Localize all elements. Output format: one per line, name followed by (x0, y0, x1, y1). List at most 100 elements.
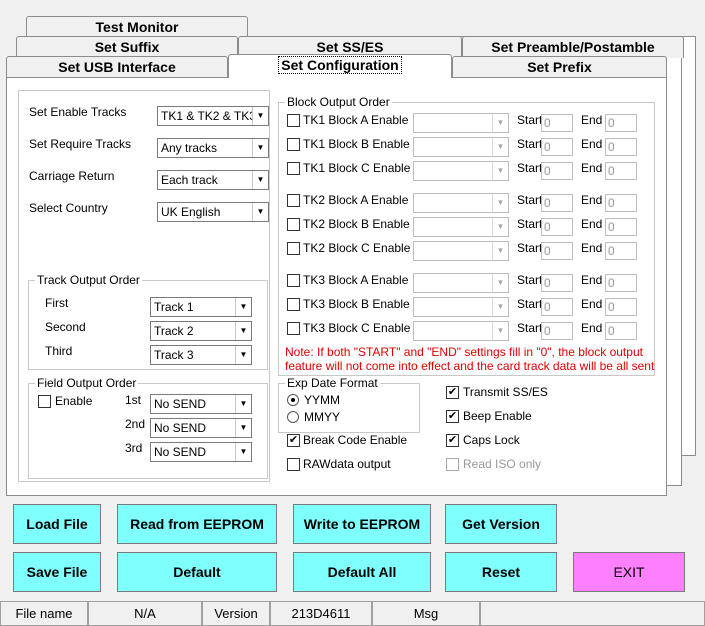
block-start-input[interactable]: 0 (541, 114, 573, 132)
field-enable-label: Enable (55, 394, 93, 408)
field-2nd-select[interactable]: No SEND ▼ (150, 418, 252, 438)
chevron-down-icon[interactable]: ▼ (252, 171, 268, 189)
block-end-input[interactable]: 0 (605, 162, 637, 180)
exit-button[interactable]: EXIT (573, 552, 685, 592)
block-enable-checkbox[interactable] (287, 218, 300, 231)
block-enable-checkbox[interactable] (287, 194, 300, 207)
block-enable-checkbox[interactable] (287, 114, 300, 127)
chevron-down-icon[interactable]: ▼ (235, 298, 251, 316)
tab-set-prefix[interactable]: Set Prefix (452, 56, 667, 78)
read-iso-checkbox[interactable] (446, 458, 459, 471)
chevron-down-icon[interactable]: ▼ (492, 138, 508, 156)
block-enable-checkbox[interactable] (287, 322, 300, 335)
block-start-label: Start (517, 241, 543, 255)
tab-set-preamble-postamble[interactable]: Set Preamble/Postamble (462, 36, 684, 58)
track-first-select[interactable]: Track 1 ▼ (150, 297, 252, 317)
block-start-input[interactable]: 0 (541, 242, 573, 260)
reset-button[interactable]: Reset (445, 552, 557, 592)
tab-test-monitor[interactable]: Test Monitor (26, 16, 248, 38)
chevron-down-icon[interactable]: ▼ (492, 194, 508, 212)
transmit-ss-es-label: Transmit SS/ES (463, 385, 548, 399)
chevron-down-icon[interactable]: ▼ (492, 218, 508, 236)
block-start-input[interactable]: 0 (541, 298, 573, 316)
block-enable-checkbox[interactable] (287, 138, 300, 151)
block-order-select[interactable]: ▼ (413, 113, 509, 133)
block-start-input[interactable]: 0 (541, 322, 573, 340)
block-enable-checkbox[interactable] (287, 242, 300, 255)
chevron-down-icon[interactable]: ▼ (252, 107, 268, 125)
default-all-button[interactable]: Default All (293, 552, 431, 592)
default-button[interactable]: Default (117, 552, 277, 592)
require-tracks-select[interactable]: Any tracks ▼ (157, 138, 269, 158)
read-eeprom-button[interactable]: Read from EEPROM (117, 504, 277, 544)
block-start-input[interactable]: 0 (541, 162, 573, 180)
block-order-select[interactable]: ▼ (413, 241, 509, 261)
block-end-input[interactable]: 0 (605, 242, 637, 260)
field-1st-value: No SEND (154, 397, 207, 411)
load-file-button[interactable]: Load File (13, 504, 101, 544)
field-3rd-select[interactable]: No SEND ▼ (150, 442, 252, 462)
transmit-ss-es-checkbox[interactable]: ✔ (446, 386, 459, 399)
exp-mmyy-radio[interactable] (287, 411, 299, 423)
save-file-button[interactable]: Save File (13, 552, 101, 592)
select-country-select[interactable]: UK English ▼ (157, 202, 269, 222)
chevron-down-icon[interactable]: ▼ (492, 274, 508, 292)
field-enable-checkbox[interactable] (38, 395, 51, 408)
chevron-down-icon[interactable]: ▼ (492, 242, 508, 260)
block-end-label: End (581, 193, 603, 207)
block-start-input[interactable]: 0 (541, 194, 573, 212)
block-order-select[interactable]: ▼ (413, 137, 509, 157)
field-1st-select[interactable]: No SEND ▼ (150, 394, 252, 414)
break-code-checkbox[interactable]: ✔ (287, 434, 300, 447)
caps-lock-checkbox[interactable]: ✔ (446, 434, 459, 447)
block-order-select[interactable]: ▼ (413, 193, 509, 213)
block-start-label: Start (517, 217, 543, 231)
block-order-select[interactable]: ▼ (413, 217, 509, 237)
block-start-input[interactable]: 0 (541, 138, 573, 156)
chevron-down-icon[interactable]: ▼ (492, 322, 508, 340)
block-end-input[interactable]: 0 (605, 274, 637, 292)
block-enable-checkbox[interactable] (287, 274, 300, 287)
block-end-input[interactable]: 0 (605, 322, 637, 340)
chevron-down-icon[interactable]: ▼ (492, 162, 508, 180)
chevron-down-icon[interactable]: ▼ (235, 419, 251, 437)
chevron-down-icon[interactable]: ▼ (492, 298, 508, 316)
select-country-label: Select Country (29, 201, 108, 215)
chevron-down-icon[interactable]: ▼ (252, 139, 268, 157)
block-end-input[interactable]: 0 (605, 194, 637, 212)
chevron-down-icon[interactable]: ▼ (235, 443, 251, 461)
get-version-button[interactable]: Get Version (445, 504, 557, 544)
block-enable-label: TK3 Block B Enable (303, 297, 410, 311)
block-enable-checkbox[interactable] (287, 298, 300, 311)
tab-set-suffix[interactable]: Set Suffix (16, 36, 238, 58)
enable-tracks-select[interactable]: TK1 & TK2 & TK3 ▼ (157, 106, 269, 126)
chevron-down-icon[interactable]: ▼ (235, 322, 251, 340)
block-end-input[interactable]: 0 (605, 114, 637, 132)
track-second-select[interactable]: Track 2 ▼ (150, 321, 252, 341)
block-enable-checkbox[interactable] (287, 162, 300, 175)
chevron-down-icon[interactable]: ▼ (235, 346, 251, 364)
block-order-select[interactable]: ▼ (413, 321, 509, 341)
chevron-down-icon[interactable]: ▼ (235, 395, 251, 413)
rawdata-checkbox[interactable] (287, 458, 300, 471)
block-start-input[interactable]: 0 (541, 218, 573, 236)
write-eeprom-button[interactable]: Write to EEPROM (293, 504, 431, 544)
exp-yymm-radio[interactable] (287, 394, 299, 406)
block-end-input[interactable]: 0 (605, 218, 637, 236)
tab-set-configuration[interactable]: Set Configuration (228, 54, 452, 78)
block-end-input[interactable]: 0 (605, 138, 637, 156)
beep-enable-checkbox[interactable]: ✔ (446, 410, 459, 423)
block-order-select[interactable]: ▼ (413, 297, 509, 317)
track-third-select[interactable]: Track 3 ▼ (150, 345, 252, 365)
carriage-return-select[interactable]: Each track ▼ (157, 170, 269, 190)
chevron-down-icon[interactable]: ▼ (492, 114, 508, 132)
block-order-select[interactable]: ▼ (413, 161, 509, 181)
block-end-input[interactable]: 0 (605, 298, 637, 316)
block-start-label: Start (517, 113, 543, 127)
exp-yymm-label: YYMM (304, 393, 340, 407)
tab-set-usb-interface[interactable]: Set USB Interface (6, 56, 228, 78)
chevron-down-icon[interactable]: ▼ (252, 203, 268, 221)
block-order-select[interactable]: ▼ (413, 273, 509, 293)
block-start-input[interactable]: 0 (541, 274, 573, 292)
block-enable-label: TK2 Block A Enable (303, 193, 409, 207)
